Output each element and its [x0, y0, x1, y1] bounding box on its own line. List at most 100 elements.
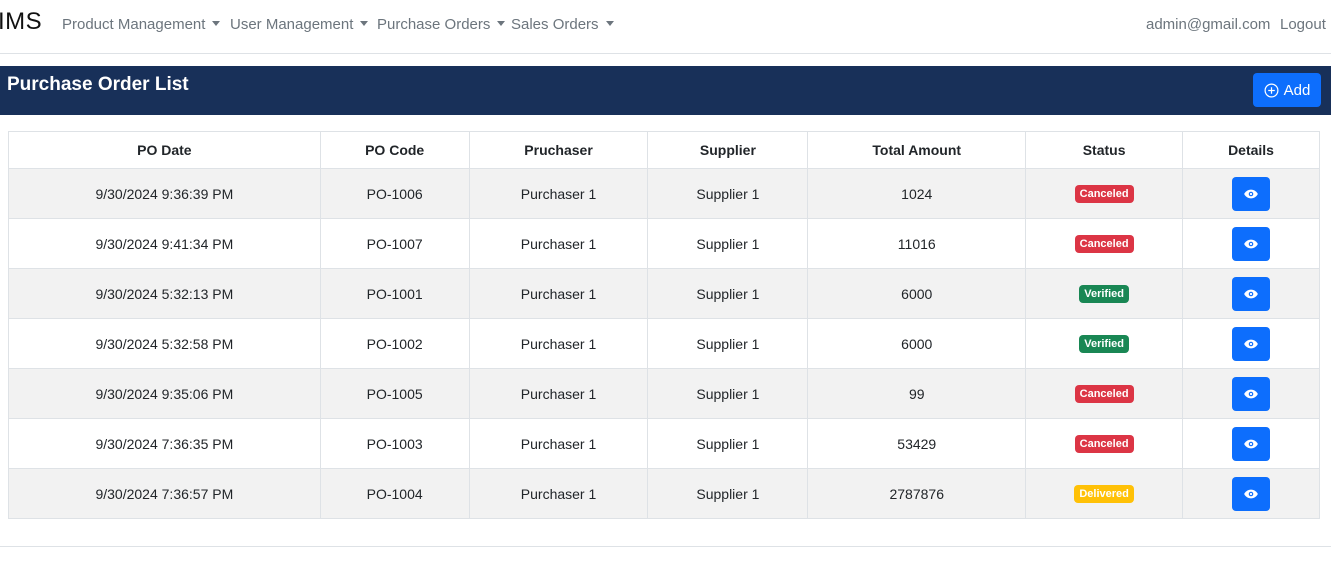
add-button[interactable]: Add [1253, 73, 1321, 107]
cell-total-amount: 6000 [807, 318, 1027, 369]
view-details-button[interactable] [1232, 476, 1271, 511]
col-header-supplier[interactable]: Supplier [647, 131, 809, 169]
cell-supplier: Supplier 1 [647, 418, 809, 469]
logout-link[interactable]: Logout [1280, 16, 1326, 33]
cell-status: Canceled [1025, 168, 1184, 219]
eye-icon [1244, 389, 1258, 398]
eye-icon [1244, 289, 1258, 298]
eye-icon [1244, 339, 1258, 348]
view-details-button[interactable] [1232, 426, 1271, 461]
table-row: 9/30/2024 9:41:34 PM PO-1007 Purchaser 1… [8, 218, 1320, 269]
cell-po-date: 9/30/2024 5:32:58 PM [8, 318, 321, 369]
status-badge: Verified [1079, 335, 1129, 353]
page-title: Purchase Order List [7, 74, 189, 95]
add-button-label: Add [1283, 81, 1311, 99]
cell-supplier: Supplier 1 [647, 318, 809, 369]
cell-status: Canceled [1025, 218, 1184, 269]
cell-po-code: PO-1003 [319, 418, 470, 469]
caret-down-icon [497, 21, 506, 26]
cell-details [1182, 368, 1320, 419]
cell-status: Verified [1025, 268, 1184, 319]
plus-circle-icon [1264, 83, 1279, 98]
cell-purchaser: Purchaser 1 [468, 168, 649, 219]
view-details-button[interactable] [1232, 176, 1271, 211]
cell-po-code: PO-1005 [319, 368, 470, 419]
caret-down-icon [605, 21, 614, 26]
table-header-row: PO Date PO Code Pruchaser Supplier Total… [8, 131, 1320, 169]
cell-details [1182, 168, 1320, 219]
table-row: 9/30/2024 9:35:06 PM PO-1005 Purchaser 1… [8, 368, 1320, 419]
cell-status: Canceled [1025, 368, 1184, 419]
eye-icon [1244, 489, 1258, 498]
status-badge: Canceled [1074, 235, 1134, 253]
cell-po-date: 9/30/2024 9:36:39 PM [8, 168, 321, 219]
cell-details [1182, 218, 1320, 269]
cell-po-code: PO-1001 [319, 268, 470, 319]
cell-supplier: Supplier 1 [647, 368, 809, 419]
cell-total-amount: 1024 [807, 168, 1027, 219]
cell-po-date: 9/30/2024 5:32:13 PM [8, 268, 321, 319]
view-details-button[interactable] [1232, 276, 1271, 311]
col-header-po-date[interactable]: PO Date [8, 131, 321, 169]
col-header-status[interactable]: Status [1025, 131, 1184, 169]
navbar: IMS Product Management User Management P… [0, 0, 1331, 54]
nav-sales-orders[interactable]: Sales Orders [511, 16, 614, 33]
cell-po-code: PO-1007 [319, 218, 470, 269]
cell-details [1182, 268, 1320, 319]
view-details-button[interactable] [1232, 226, 1271, 261]
cell-details [1182, 468, 1320, 519]
cell-total-amount: 53429 [807, 418, 1027, 469]
cell-po-code: PO-1006 [319, 168, 470, 219]
page-header: Purchase Order List Add [0, 66, 1331, 115]
cell-supplier: Supplier 1 [647, 468, 809, 519]
cell-status: Delivered [1025, 468, 1184, 519]
cell-supplier: Supplier 1 [647, 268, 809, 319]
nav-label: Sales Orders [511, 16, 599, 33]
col-header-details: Details [1182, 131, 1320, 169]
cell-total-amount: 99 [807, 368, 1027, 419]
cell-po-date: 9/30/2024 9:41:34 PM [8, 218, 321, 269]
col-header-total-amount[interactable]: Total Amount [807, 131, 1027, 169]
cell-po-code: PO-1002 [319, 318, 470, 369]
cell-purchaser: Purchaser 1 [468, 468, 649, 519]
table-row: 9/30/2024 5:32:58 PM PO-1002 Purchaser 1… [8, 318, 1320, 369]
footer-divider [0, 546, 1331, 547]
cell-total-amount: 6000 [807, 268, 1027, 319]
view-details-button[interactable] [1232, 326, 1271, 361]
col-header-po-code[interactable]: PO Code [319, 131, 470, 169]
eye-icon [1244, 239, 1258, 248]
eye-icon [1244, 189, 1258, 198]
cell-status: Verified [1025, 318, 1184, 369]
purchase-order-table: PO Date PO Code Pruchaser Supplier Total… [8, 131, 1320, 519]
brand-logo[interactable]: IMS [0, 8, 42, 36]
status-badge: Verified [1079, 285, 1129, 303]
status-badge: Canceled [1074, 435, 1134, 453]
cell-po-date: 9/30/2024 7:36:57 PM [8, 468, 321, 519]
nav-product-management[interactable]: Product Management [62, 16, 221, 33]
table-row: 9/30/2024 9:36:39 PM PO-1006 Purchaser 1… [8, 168, 1320, 219]
cell-supplier: Supplier 1 [647, 218, 809, 269]
cell-po-code: PO-1004 [319, 468, 470, 519]
user-email-link[interactable]: admin@gmail.com [1146, 16, 1270, 33]
nav-purchase-orders[interactable]: Purchase Orders [377, 16, 506, 33]
nav-label: User Management [230, 16, 354, 33]
table-row: 9/30/2024 7:36:57 PM PO-1004 Purchaser 1… [8, 468, 1320, 519]
cell-purchaser: Purchaser 1 [468, 268, 649, 319]
cell-total-amount: 2787876 [807, 468, 1027, 519]
caret-down-icon [212, 21, 221, 26]
cell-status: Canceled [1025, 418, 1184, 469]
nav-user-management[interactable]: User Management [230, 16, 369, 33]
status-badge: Canceled [1074, 385, 1134, 403]
col-header-purchaser[interactable]: Pruchaser [468, 131, 649, 169]
cell-total-amount: 11016 [807, 218, 1027, 269]
cell-purchaser: Purchaser 1 [468, 318, 649, 369]
caret-down-icon [360, 21, 369, 26]
cell-purchaser: Purchaser 1 [468, 218, 649, 269]
cell-details [1182, 418, 1320, 469]
table-row: 9/30/2024 5:32:13 PM PO-1001 Purchaser 1… [8, 268, 1320, 319]
status-badge: Delivered [1074, 485, 1134, 503]
nav-label: Product Management [62, 16, 206, 33]
view-details-button[interactable] [1232, 376, 1271, 411]
cell-details [1182, 318, 1320, 369]
cell-po-date: 9/30/2024 9:35:06 PM [8, 368, 321, 419]
